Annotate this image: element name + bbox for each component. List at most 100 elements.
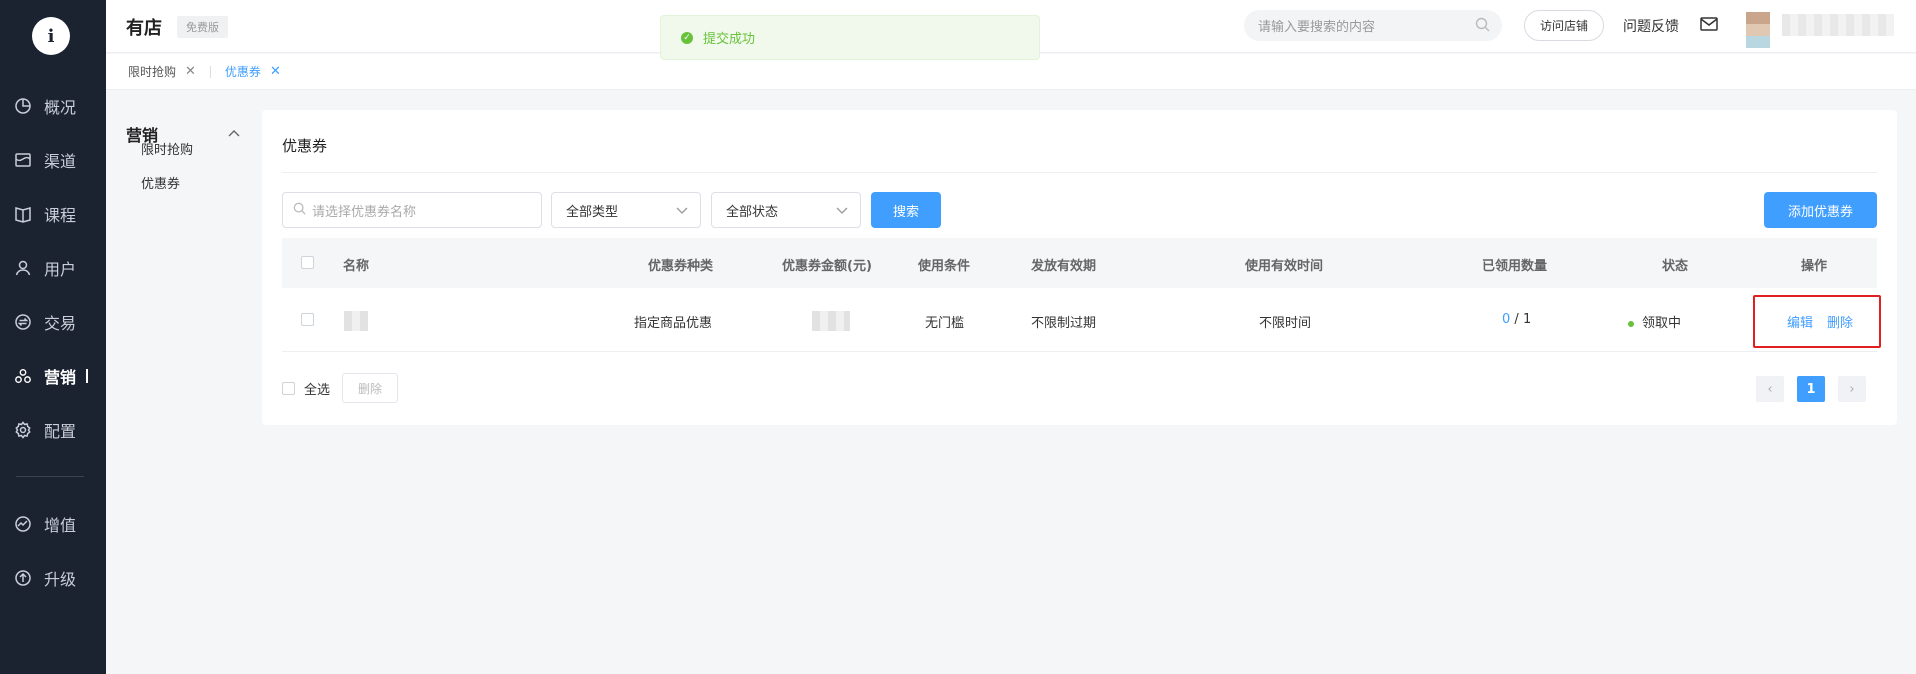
col-actions: 操作	[1801, 259, 1828, 274]
nav-label: 配置	[44, 422, 77, 441]
chevron-down-icon	[676, 204, 688, 219]
tab-separator	[209, 65, 211, 78]
cell-condition: 无门槛	[925, 316, 965, 331]
tab-flash-sale[interactable]: 限时抢购 ✕	[128, 63, 196, 80]
col-issue-validity: 发放有效期	[1031, 259, 1097, 274]
col-amount: 优惠券金额(元)	[782, 259, 872, 274]
status-dot	[1628, 320, 1634, 327]
col-status: 状态	[1662, 259, 1689, 274]
cell-use-validity: 不限时间	[1259, 316, 1312, 331]
delete-button[interactable]: 删除	[1827, 312, 1853, 331]
coupon-name-blurred	[344, 311, 368, 331]
mail-icon[interactable]	[1700, 17, 1718, 35]
chevron-down-icon	[836, 204, 848, 219]
col-type: 优惠券种类	[648, 259, 714, 274]
value-added-icon	[14, 515, 32, 533]
nav-label: 增值	[44, 516, 77, 535]
table-header: 名称 优惠券种类 优惠券金额(元) 使用条件 发放有效期 使用有效时间 已领用数…	[282, 238, 1877, 288]
close-icon[interactable]: ✕	[185, 64, 196, 79]
user-icon	[14, 259, 32, 277]
coupon-name-select[interactable]: 请选择优惠券名称	[282, 192, 542, 228]
cell-type: 指定商品优惠	[634, 316, 713, 331]
nav-label: 营销	[44, 368, 77, 387]
close-icon[interactable]: ✕	[270, 64, 281, 79]
row-checkbox[interactable]	[301, 313, 314, 326]
nav-label: 升级	[44, 570, 77, 589]
coupon-amount-blurred	[812, 311, 850, 331]
title-divider	[282, 172, 1877, 173]
add-coupon-button[interactable]: 添加优惠券	[1764, 192, 1877, 228]
logo-glyph: i	[47, 25, 55, 47]
nav-label: 课程	[44, 206, 77, 225]
success-toast: ✓ 提交成功	[660, 15, 1040, 60]
subnav-item-coupons[interactable]: 优惠券	[141, 173, 180, 192]
search-icon	[293, 202, 306, 219]
active-indicator	[86, 369, 89, 383]
cell-claimed: 0 / 1	[1502, 312, 1531, 327]
table-row: 指定商品优惠 无门槛 不限制过期 不限时间 0 / 1 领取中 编辑 删除	[282, 288, 1881, 352]
book-icon	[14, 205, 32, 223]
coupon-name-placeholder: 请选择优惠券名称	[312, 204, 417, 220]
nav-item-marketing[interactable]: 营销	[0, 356, 106, 396]
tab-label: 限时抢购	[128, 65, 177, 79]
nav-label: 交易	[44, 314, 77, 333]
select-all-checkbox[interactable]	[282, 382, 295, 395]
nav-item-overview[interactable]: 概况	[0, 86, 106, 126]
gear-icon	[14, 421, 32, 439]
pie-chart-icon	[14, 97, 32, 115]
search-placeholder: 请输入要搜索的内容	[1258, 20, 1376, 35]
plan-badge: 免费版	[177, 16, 228, 38]
feedback-link[interactable]: 问题反馈	[1623, 16, 1679, 36]
nav-label: 用户	[44, 260, 77, 279]
type-select[interactable]: 全部类型	[551, 192, 701, 228]
col-claimed: 已领用数量	[1482, 259, 1548, 274]
status-select[interactable]: 全部状态	[711, 192, 861, 228]
marketing-icon	[14, 367, 32, 385]
header-checkbox[interactable]	[301, 256, 314, 269]
edit-button[interactable]: 编辑	[1787, 312, 1813, 331]
tab-label: 优惠券	[224, 65, 261, 79]
exchange-icon	[14, 313, 32, 331]
col-name: 名称	[343, 259, 370, 274]
avatar[interactable]	[1746, 12, 1770, 48]
col-condition: 使用条件	[918, 259, 971, 274]
page-title: 优惠券	[282, 137, 328, 155]
brand-name: 有店	[126, 18, 162, 39]
prev-page-button[interactable]: ‹	[1756, 376, 1784, 402]
marketing-subnav: 营销 限时抢购 优惠券	[106, 90, 261, 674]
nav-item-upgrade[interactable]: 升级	[0, 558, 106, 598]
left-nav: i 概况 渠道 课程 用户 交易 营销 配置 增值 升级	[0, 0, 106, 674]
next-page-button[interactable]: ›	[1838, 376, 1866, 402]
nav-item-channels[interactable]: 渠道	[0, 140, 106, 180]
search-button[interactable]: 搜索	[871, 192, 941, 228]
type-select-value: 全部类型	[566, 204, 619, 220]
user-name-blurred[interactable]	[1782, 14, 1894, 36]
claimed-separator: /	[1510, 312, 1523, 327]
subnav-item-flash-sale[interactable]: 限时抢购	[141, 139, 193, 158]
claimed-total: 1	[1522, 312, 1532, 327]
actions-highlight-box	[1753, 295, 1881, 348]
chevron-up-icon[interactable]	[228, 126, 240, 141]
nav-item-value-added[interactable]: 增值	[0, 504, 106, 544]
success-check-icon: ✓	[681, 31, 693, 44]
select-all-label[interactable]: 全选	[304, 379, 330, 398]
tab-coupons[interactable]: 优惠券 ✕	[225, 63, 281, 80]
global-search-input[interactable]: 请输入要搜索的内容	[1244, 10, 1502, 41]
cell-issue-validity: 不限制过期	[1031, 316, 1097, 331]
current-page-button[interactable]: 1	[1797, 376, 1825, 402]
app-logo[interactable]: i	[32, 17, 70, 55]
nav-item-settings[interactable]: 配置	[0, 410, 106, 450]
nav-item-transactions[interactable]: 交易	[0, 302, 106, 342]
col-use-validity: 使用有效时间	[1245, 259, 1324, 274]
nav-divider	[16, 476, 84, 477]
nav-label: 概况	[44, 98, 77, 117]
coupon-card: 优惠券 请选择优惠券名称 全部类型 全部状态 搜索 添加优惠券 名称 优惠券种类…	[262, 110, 1897, 425]
nav-item-courses[interactable]: 课程	[0, 194, 106, 234]
visit-store-button[interactable]: 访问店铺	[1524, 10, 1604, 41]
batch-delete-button[interactable]: 删除	[342, 373, 398, 403]
upgrade-icon	[14, 569, 32, 587]
toast-message: 提交成功	[703, 32, 756, 47]
nav-label: 渠道	[44, 152, 77, 171]
search-icon[interactable]	[1475, 17, 1490, 36]
nav-item-users[interactable]: 用户	[0, 248, 106, 288]
